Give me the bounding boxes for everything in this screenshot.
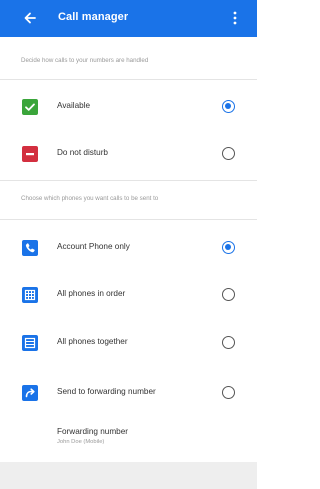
phones-option-all-phones-in-order[interactable]: All phones in order (0, 280, 257, 310)
arrow-left-icon[interactable] (22, 10, 38, 26)
phones-option-send-to-forwarding-number[interactable]: Send to forwarding number (0, 378, 257, 408)
divider (0, 180, 257, 181)
phones-option-label: All phones in order (57, 289, 126, 298)
check-icon (22, 99, 38, 115)
forwarding-number-title: Forwarding number (57, 427, 128, 436)
phones-option-label: All phones together (57, 337, 128, 346)
status-option-do-not-disturb[interactable]: Do not disturb (0, 139, 257, 169)
phones-option-label: Account Phone only (57, 242, 130, 251)
list-icon (22, 335, 38, 351)
radio-button-selected[interactable] (222, 100, 235, 113)
status-option-label: Available (57, 101, 91, 110)
phones-option-account-phone-only[interactable]: Account Phone only (0, 233, 257, 263)
radio-button[interactable] (222, 147, 235, 160)
status-option-label: Do not disturb (57, 148, 108, 157)
divider (0, 79, 257, 80)
grid-icon (22, 287, 38, 303)
more-vertical-icon[interactable] (232, 10, 238, 26)
phones-option-all-phones-together[interactable]: All phones together (0, 328, 257, 358)
forwarding-number-setting[interactable]: Forwarding number John Doe (Mobile) (57, 427, 128, 445)
phones-option-label: Send to forwarding number (57, 387, 156, 396)
radio-button[interactable] (222, 386, 235, 399)
minus-icon (22, 146, 38, 162)
forward-arrow-icon (22, 385, 38, 401)
radio-button[interactable] (222, 288, 235, 301)
status-option-available[interactable]: Available (0, 92, 257, 122)
radio-button-selected[interactable] (222, 241, 235, 254)
divider (0, 219, 257, 220)
bottom-bar (0, 462, 257, 489)
phones-section-hint: Choose which phones you want calls to be… (21, 195, 159, 202)
app-bar: Call manager (0, 0, 257, 37)
forwarding-number-value: John Doe (Mobile) (57, 439, 105, 445)
phone-icon (22, 240, 38, 256)
status-section-hint: Decide how calls to your numbers are han… (21, 57, 149, 64)
page-title: Call manager (58, 11, 129, 23)
radio-button[interactable] (222, 336, 235, 349)
